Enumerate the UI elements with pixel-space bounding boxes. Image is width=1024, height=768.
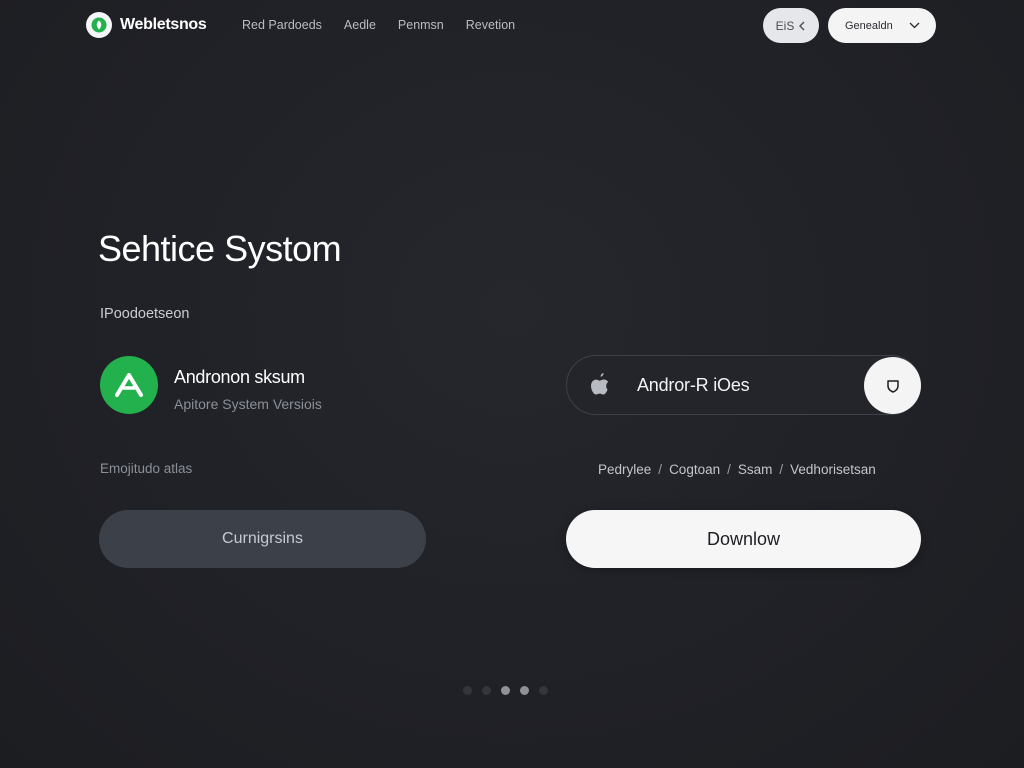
page-title: Sehtice Systom	[98, 228, 342, 269]
carousel-dot[interactable]	[520, 686, 529, 695]
carousel-dot[interactable]	[539, 686, 548, 695]
breadcrumb: Pedrylee / Cogtoan / Ssam / Vedhorisetsa…	[598, 462, 876, 477]
secondary-button[interactable]: Curnigrsins	[99, 510, 426, 568]
carousel-dots	[463, 686, 548, 695]
page-subtitle: IPoodoetseon	[100, 306, 190, 322]
chevron-down-icon	[909, 22, 920, 29]
language-toggle-button[interactable]: EiS	[763, 8, 819, 43]
brand[interactable]: Webletsnos	[86, 12, 207, 38]
breadcrumb-separator: /	[779, 462, 784, 477]
download-page: Webletsnos Red Pardoeds Aedle Penmsn Rev…	[0, 0, 1024, 768]
nav-link-4[interactable]: Revetion	[466, 18, 515, 32]
region-select-value: Genealdn	[845, 19, 893, 32]
language-toggle-label: EiS	[775, 18, 795, 33]
breadcrumb-separator: /	[727, 462, 731, 477]
android-caption: Emojitudo atlas	[100, 461, 193, 476]
nav-actions: EiS Genealdn	[763, 8, 936, 43]
download-button[interactable]: Downlow	[566, 510, 921, 568]
ios-option[interactable]: Andror-R iOes	[566, 355, 921, 415]
carousel-dot[interactable]	[482, 686, 491, 695]
shield-button[interactable]	[864, 357, 921, 414]
ios-label: Andror-R iOes	[637, 375, 750, 395]
nav-link-2[interactable]: Aedle	[344, 18, 376, 32]
android-subtitle: Apitore System Versiois	[174, 396, 322, 412]
brand-name: Webletsnos	[120, 16, 207, 33]
nav-link-3[interactable]: Penmsn	[398, 18, 444, 32]
breadcrumb-item-4[interactable]: Vedhorisetsan	[790, 462, 876, 477]
android-title: Andronon sksum	[174, 367, 305, 387]
top-nav: Webletsnos Red Pardoeds Aedle Penmsn Rev…	[0, 8, 1024, 44]
carousel-dot[interactable]	[463, 686, 472, 695]
carousel-dot[interactable]	[501, 686, 510, 695]
android-icon	[100, 356, 158, 414]
breadcrumb-item-2[interactable]: Cogtoan	[669, 462, 720, 477]
nav-links: Red Pardoeds Aedle Penmsn Revetion	[242, 18, 537, 32]
breadcrumb-item-3[interactable]: Ssam	[738, 462, 773, 477]
breadcrumb-item-1[interactable]: Pedrylee	[598, 462, 651, 477]
android-option[interactable]: Andronon sksum Apitore System Versiois	[100, 356, 322, 414]
breadcrumb-separator: /	[658, 462, 663, 477]
nav-link-1[interactable]: Red Pardoeds	[242, 18, 322, 32]
shield-icon	[886, 379, 899, 393]
apple-icon	[591, 373, 609, 395]
region-select[interactable]: Genealdn	[828, 8, 936, 43]
chevron-left-icon	[799, 21, 805, 30]
brand-leaf-icon	[86, 12, 112, 38]
